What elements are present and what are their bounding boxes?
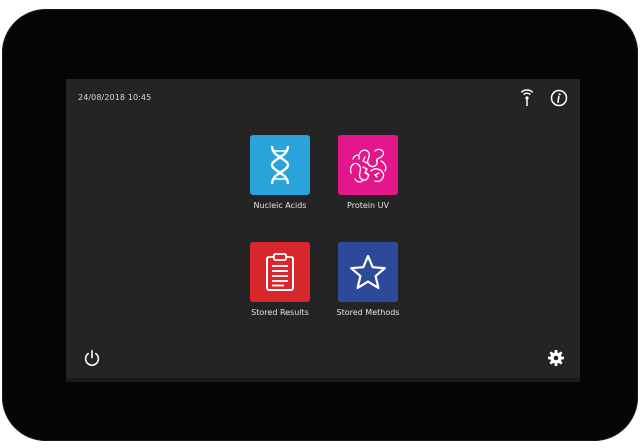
info-icon[interactable] — [550, 89, 568, 107]
tile-label: Stored Methods — [336, 308, 400, 317]
tile-stored-results[interactable]: Stored Results — [230, 242, 330, 332]
stored-results-button[interactable] — [250, 242, 310, 302]
tile-nucleic-acids[interactable]: Nucleic Acids — [230, 135, 330, 225]
tile-protein-uv[interactable]: Protein UV — [318, 135, 418, 225]
protein-icon — [349, 148, 387, 183]
protein-uv-button[interactable] — [338, 135, 398, 195]
stored-methods-button[interactable] — [338, 242, 398, 302]
touch-screen: 24/08/2018 10:45 Nucleic Acids Protein U… — [66, 79, 580, 382]
tile-label: Protein UV — [347, 201, 389, 210]
gear-icon-graphic — [548, 350, 564, 366]
tile-stored-methods[interactable]: Stored Methods — [318, 242, 418, 332]
power-icon[interactable] — [83, 349, 101, 367]
tile-label: Stored Results — [251, 308, 309, 317]
wireless-icon[interactable] — [518, 89, 536, 107]
screen-bottom-bar — [66, 378, 580, 382]
clipboard-icon — [266, 253, 294, 291]
dna-icon — [270, 145, 290, 185]
tile-label: Nucleic Acids — [253, 201, 307, 210]
device-bezel: 24/08/2018 10:45 Nucleic Acids Protein U… — [2, 9, 638, 441]
nucleic-acids-button[interactable] — [250, 135, 310, 195]
star-icon — [350, 254, 386, 290]
power-icon-graphic — [84, 349, 100, 366]
info-icon-graphic — [550, 89, 568, 107]
gear-icon[interactable] — [547, 349, 565, 367]
date-time-readout: 24/08/2018 10:45 — [78, 93, 152, 102]
wireless-icon-graphic — [520, 89, 534, 106]
